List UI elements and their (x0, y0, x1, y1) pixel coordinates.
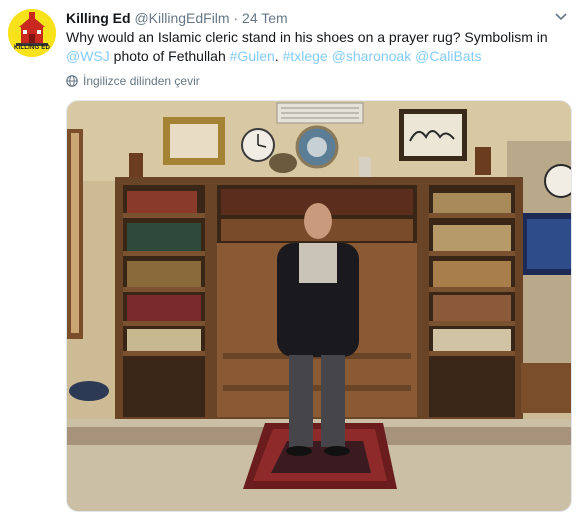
tweet-text-part: photo of Fethullah (109, 48, 230, 64)
author-name[interactable]: Killing Ed (66, 10, 131, 26)
tweet[interactable]: KILLING ED Killing Ed @KillingEdFilm · 2… (0, 0, 578, 520)
hashtag-gulen[interactable]: #Gulen (230, 48, 275, 64)
chevron-down-icon[interactable] (554, 10, 568, 24)
tweet-text: Why would an Islamic cleric stand in his… (66, 28, 566, 66)
tweet-text-part: . (274, 48, 283, 64)
tweet-header: Killing Ed @KillingEdFilm · 24 Tem (66, 9, 288, 27)
tweet-text-part: Why would an Islamic cleric stand in his… (66, 29, 548, 45)
hashtag-txlege[interactable]: #txlege (283, 48, 328, 64)
translate-label[interactable]: İngilizce dilinden çevir (83, 74, 200, 88)
avatar-label: KILLING ED (14, 45, 50, 51)
tweet-photo[interactable] (66, 100, 572, 512)
mention-calibats[interactable]: @CaliBats (415, 48, 481, 64)
globe-icon (66, 75, 78, 87)
avatar[interactable]: KILLING ED (8, 9, 56, 57)
author-handle[interactable]: @KillingEdFilm (134, 10, 229, 26)
translate-link[interactable]: İngilizce dilinden çevir (66, 74, 200, 88)
photo-image (67, 101, 571, 511)
separator-dot: · (233, 10, 239, 26)
tweet-date[interactable]: 24 Tem (242, 10, 288, 26)
mention-wsj[interactable]: @WSJ (66, 48, 110, 64)
mention-sharonoak[interactable]: @sharonoak (332, 48, 412, 64)
